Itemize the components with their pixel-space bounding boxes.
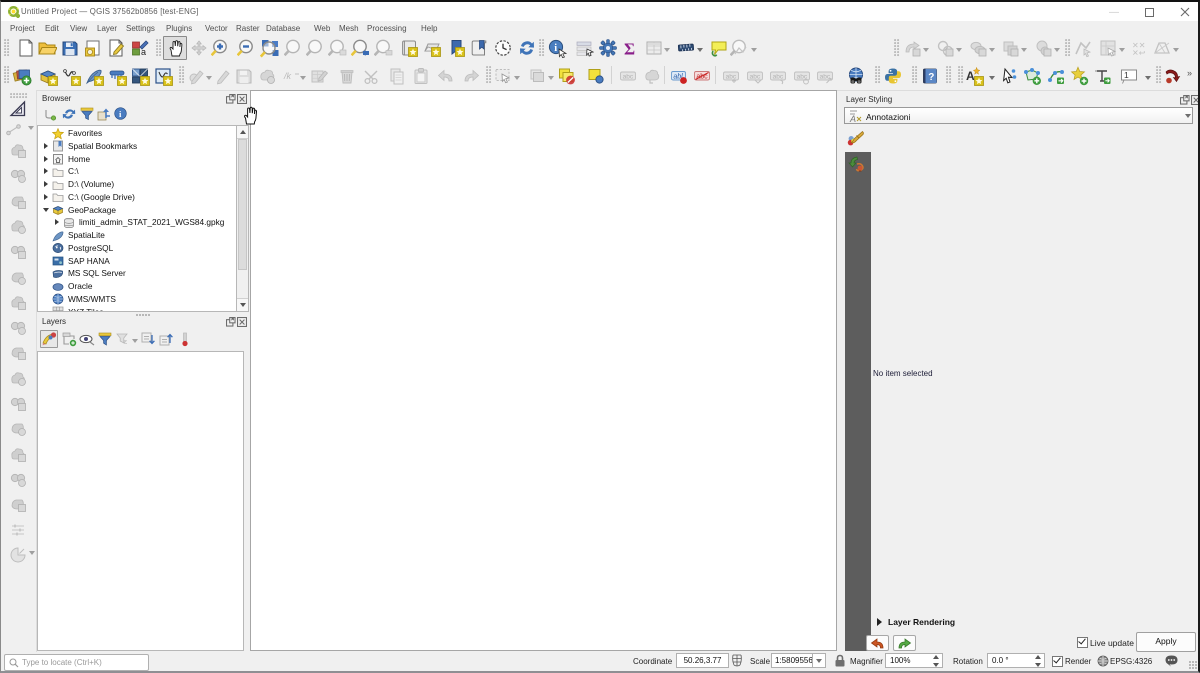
svg-text:?: ? — [928, 72, 934, 83]
svg-text:abc: abc — [820, 74, 831, 81]
svg-text:a: a — [141, 47, 146, 57]
svg-text:✕↩: ✕↩ — [1132, 49, 1146, 58]
svg-text:i: i — [554, 43, 557, 54]
svg-text:A: A — [849, 114, 856, 123]
svg-text:A: A — [966, 69, 975, 83]
svg-text:abc: abc — [750, 74, 761, 81]
svg-text:ε: ε — [124, 339, 127, 346]
svg-text:/k: /k — [283, 71, 292, 81]
svg-text:abc: abc — [696, 73, 708, 80]
svg-text:abc: abc — [623, 74, 634, 81]
svg-text:abc: abc — [726, 74, 737, 81]
svg-text:abc: abc — [773, 74, 784, 81]
svg-text:1: 1 — [1124, 70, 1129, 80]
svg-text:Σ: Σ — [624, 40, 635, 59]
